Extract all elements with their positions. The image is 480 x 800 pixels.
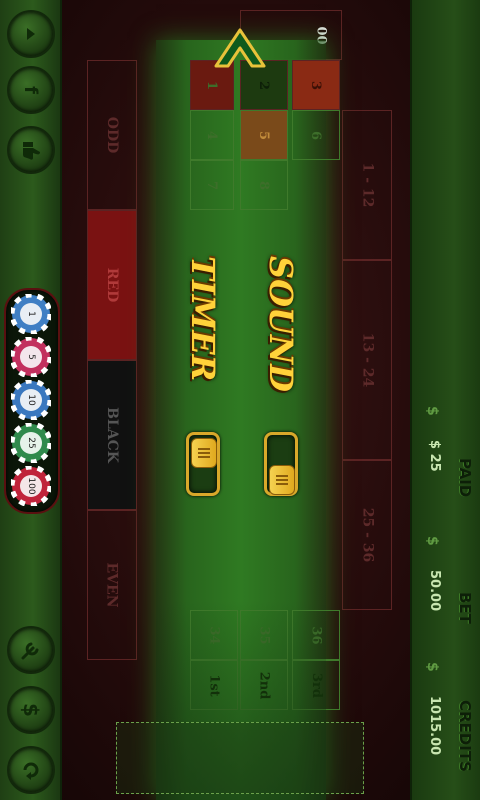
left-control-strip: f 1 5 10 25 100 $ xyxy=(0,0,62,800)
number-cell[interactable]: 6 xyxy=(292,110,340,160)
bet-black[interactable]: BLACK xyxy=(87,360,137,510)
chip-5[interactable]: 5 xyxy=(9,335,53,379)
bet-label: ODD xyxy=(103,116,120,154)
bet-label: RED xyxy=(103,267,120,303)
chip-100[interactable]: 100 xyxy=(9,464,53,508)
chip-10[interactable]: 10 xyxy=(9,378,53,422)
chip-value: 1 xyxy=(26,311,36,317)
close-overlay-arrow-icon[interactable] xyxy=(212,22,268,72)
paid-label: PAID xyxy=(456,458,474,498)
wrench-icon xyxy=(21,642,39,660)
chip-25[interactable]: 25 xyxy=(9,421,53,465)
paid-value: $ 25 xyxy=(427,440,442,472)
back-button[interactable] xyxy=(7,10,55,58)
number-label: 8 xyxy=(256,180,272,190)
bet-value: 50.00 xyxy=(427,570,442,612)
credits-value: 1015.00 xyxy=(427,696,442,756)
sound-label: SOUND xyxy=(262,256,300,392)
settings-button[interactable] xyxy=(7,626,55,674)
status-panel: PAID $ $ 25 BET $ 50.00 CREDITS $ 1015.0… xyxy=(410,0,480,800)
dozen-label: 13 - 24 xyxy=(359,332,375,388)
bet-even[interactable]: EVEN xyxy=(87,510,137,660)
chip-value: 5 xyxy=(26,354,36,360)
bet-dozen-2[interactable]: 13 - 24 xyxy=(342,260,392,460)
like-button[interactable] xyxy=(7,126,55,174)
chip-value: 100 xyxy=(26,477,36,495)
number-label: 1 xyxy=(204,80,220,90)
bet-label: EVEN xyxy=(103,562,120,608)
number-cell[interactable]: 5 xyxy=(240,110,288,160)
repeat-icon xyxy=(23,762,39,780)
facebook-icon: f xyxy=(20,86,41,94)
bet-odd[interactable]: ODD xyxy=(87,60,137,210)
bet-drop-area[interactable] xyxy=(116,722,364,794)
bet-currency: $ xyxy=(424,536,440,546)
number-cell[interactable]: 7 xyxy=(190,160,234,210)
number-label: 4 xyxy=(204,130,220,140)
svg-text:f: f xyxy=(20,86,41,94)
chip-value: 10 xyxy=(26,394,36,406)
roulette-screen: f 1 5 10 25 100 $ ODD RED BLACK EVEN 1 -… xyxy=(0,0,480,800)
sound-toggle[interactable] xyxy=(264,432,298,496)
number-cell[interactable]: 3 xyxy=(292,60,340,110)
number-label: 3 xyxy=(308,80,324,90)
dollar-icon: $ xyxy=(19,703,43,717)
repeat-button[interactable] xyxy=(7,746,55,794)
credits-currency: $ xyxy=(424,662,440,672)
bet-label: BLACK xyxy=(104,407,121,463)
bet-label: BET xyxy=(456,592,474,624)
bet-dozen-3[interactable]: 25 - 36 xyxy=(342,460,392,610)
paid-currency: $ xyxy=(424,406,440,416)
toggle-knob xyxy=(191,438,217,468)
bet-dozen-1[interactable]: 1 - 12 xyxy=(342,110,392,260)
thumbs-up-icon xyxy=(23,142,40,160)
timer-label: TIMER xyxy=(184,256,222,382)
number-label: 5 xyxy=(256,130,272,140)
dozen-label: 25 - 36 xyxy=(359,507,375,563)
chip-value: 25 xyxy=(26,437,36,449)
chip-1[interactable]: 1 xyxy=(9,292,53,336)
credits-label: CREDITS xyxy=(456,700,474,772)
facebook-button[interactable]: f xyxy=(7,66,55,114)
number-label: 2 xyxy=(256,80,272,90)
number-cell[interactable]: 4 xyxy=(190,110,234,160)
svg-text:$: $ xyxy=(19,703,43,717)
number-label: 6 xyxy=(308,130,324,140)
bet-red[interactable]: RED xyxy=(87,210,137,360)
back-arrow-icon xyxy=(27,28,35,40)
toggle-knob xyxy=(269,465,295,495)
shop-button[interactable]: $ xyxy=(7,686,55,734)
number-cell[interactable]: 8 xyxy=(240,160,288,210)
timer-toggle[interactable] xyxy=(186,432,220,496)
chip-rack: 1 5 10 25 100 xyxy=(4,288,60,514)
dozen-label: 1 - 12 xyxy=(358,162,375,208)
number-label: 7 xyxy=(204,180,220,190)
